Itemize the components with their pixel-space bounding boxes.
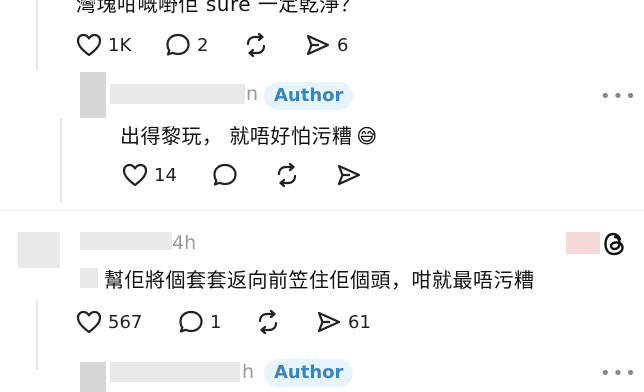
share-icon — [306, 34, 330, 56]
avatar[interactable] — [80, 362, 106, 392]
like-count: 567 — [108, 311, 143, 333]
more-options-icon[interactable]: ••• — [600, 363, 638, 384]
heart-icon — [76, 310, 102, 334]
author-badge: Author — [264, 359, 354, 387]
repost-icon — [258, 310, 278, 334]
comment-icon — [166, 33, 190, 56]
thread-line — [36, 0, 38, 70]
share-icon — [337, 164, 361, 186]
like-count: 1K — [108, 34, 132, 56]
like-button[interactable]: 567 — [76, 310, 142, 334]
reply-text: 出得黎玩， 就唔好怕污糟 😅 — [120, 120, 378, 149]
repost-icon — [277, 163, 297, 187]
repost-icon — [246, 33, 266, 57]
avatar[interactable] — [566, 232, 600, 254]
comment-count: 1 — [210, 311, 222, 333]
author-badge: Author — [264, 82, 354, 110]
like-count: 14 — [154, 164, 177, 186]
repost-button[interactable] — [255, 310, 281, 334]
share-button[interactable]: 61 — [316, 310, 371, 334]
post-text: 灣塊咁嘅嘢佢 sure 一定乾淨？ — [76, 0, 361, 16]
like-button[interactable]: 1K — [76, 33, 131, 57]
like-button[interactable]: 14 — [122, 163, 177, 187]
comment-button[interactable] — [212, 163, 238, 187]
repost-button[interactable] — [274, 163, 300, 187]
reply-text-content: 出得黎玩， 就唔好怕污糟 — [120, 124, 353, 148]
sweat-smile-emoji: 😅 — [356, 124, 378, 148]
comment-button[interactable]: 2 — [165, 33, 208, 57]
threads-logo-icon[interactable] — [602, 231, 628, 257]
avatar[interactable] — [80, 72, 106, 118]
avatar[interactable] — [18, 232, 60, 268]
timestamp: 4h — [172, 232, 197, 254]
share-button[interactable]: 6 — [305, 33, 348, 57]
username-redacted[interactable] — [110, 362, 240, 382]
username-redacted[interactable] — [80, 232, 172, 250]
repost-button[interactable] — [243, 33, 269, 57]
comment-button[interactable]: 1 — [178, 310, 221, 334]
share-count: 6 — [337, 34, 349, 56]
share-button[interactable] — [336, 163, 362, 187]
share-icon — [317, 311, 341, 333]
reply-author-name: h — [242, 361, 255, 383]
share-count: 61 — [348, 311, 371, 333]
thread-line — [60, 118, 62, 203]
more-options-icon[interactable]: ••• — [600, 86, 638, 107]
heart-icon — [76, 33, 102, 57]
reply-author-name: n — [246, 83, 259, 105]
heart-icon — [122, 163, 148, 187]
comment-icon — [179, 310, 203, 333]
username-redacted[interactable] — [110, 84, 245, 104]
thread-line — [36, 300, 38, 370]
comment-text: 幫佢將個套套返向前笠住佢個頭，咁就最唔污糟 — [104, 268, 535, 292]
comment-count: 2 — [197, 34, 209, 56]
divider — [0, 210, 644, 211]
redacted-text — [80, 268, 98, 288]
comment-icon — [213, 163, 237, 186]
